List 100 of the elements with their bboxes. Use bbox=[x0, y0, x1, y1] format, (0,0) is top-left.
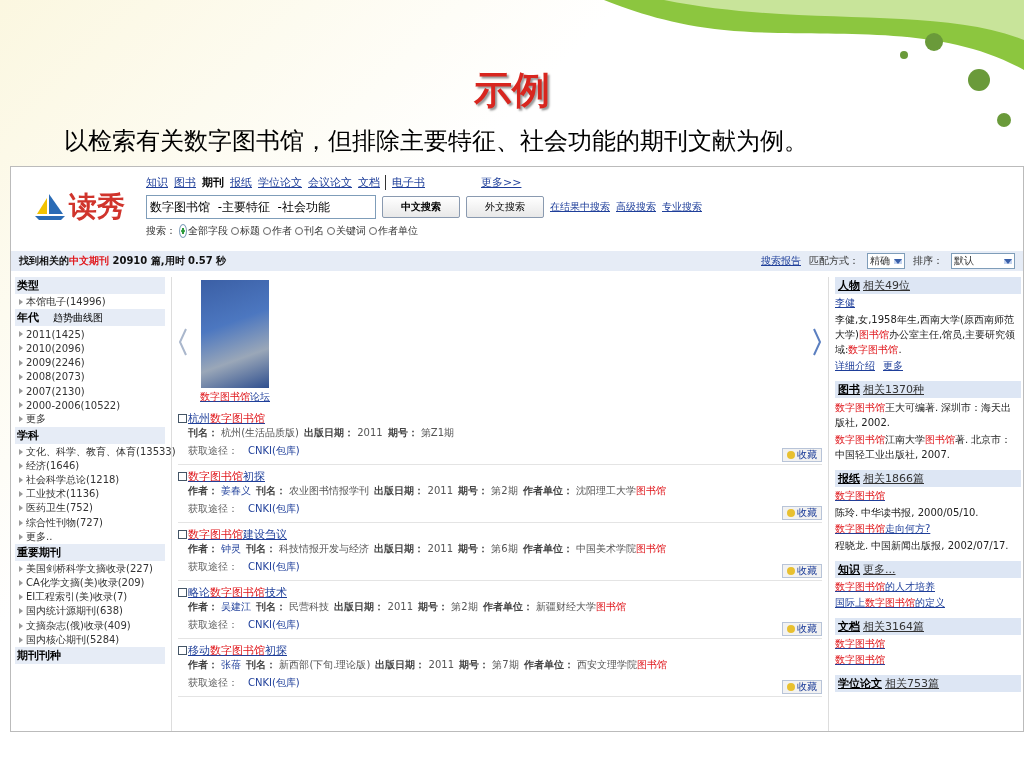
source-link[interactable]: CNKI(包库) bbox=[248, 618, 300, 632]
sort-dropdown[interactable]: 默认 bbox=[951, 253, 1015, 269]
source-link[interactable]: CNKI(包库) bbox=[248, 444, 300, 458]
scope-radio-option[interactable]: 刊名 bbox=[295, 224, 324, 238]
panel-entry-link[interactable]: 数字图书馆走向何方? bbox=[835, 522, 931, 536]
panel-count-link[interactable]: 相关1866篇 bbox=[863, 471, 924, 486]
search-button[interactable]: 中文搜索 bbox=[382, 196, 460, 218]
scope-radio-option[interactable]: 作者 bbox=[263, 224, 292, 238]
search-button[interactable]: 外文搜索 bbox=[466, 196, 544, 218]
author-link[interactable]: 吴建江 bbox=[221, 601, 252, 612]
author-link[interactable]: 钟灵 bbox=[221, 543, 242, 554]
category-tab[interactable]: 会议论文 bbox=[308, 175, 352, 190]
result-title-link[interactable]: 移动数字图书馆初探 bbox=[188, 643, 287, 658]
match-dropdown[interactable]: 精确 bbox=[867, 253, 905, 269]
meta-value: 农业图书情报学刊 bbox=[289, 485, 370, 496]
trend-chart-link[interactable]: 趋势曲线图 bbox=[53, 310, 103, 325]
result-title-link[interactable]: 杭州数字图书馆 bbox=[188, 411, 265, 426]
facet-item[interactable]: 2008(2073) bbox=[26, 371, 85, 383]
facet-item[interactable]: EI工程索引(美)收录(7) bbox=[26, 590, 128, 605]
facet-item[interactable]: 社会科学总论(1218) bbox=[26, 472, 120, 487]
facet-item[interactable]: 2009(2246) bbox=[26, 357, 85, 369]
book-cover-image[interactable] bbox=[201, 280, 269, 388]
checkbox[interactable] bbox=[178, 530, 187, 539]
facet-item[interactable]: 医药卫生(752) bbox=[26, 501, 93, 516]
facet-item[interactable]: 2011(1425) bbox=[26, 328, 85, 340]
facet-item[interactable]: 2000-2006(10522) bbox=[26, 399, 121, 411]
author-link[interactable]: 张蓓 bbox=[221, 659, 242, 670]
search-option-link[interactable]: 高级搜索 bbox=[616, 200, 656, 214]
source-link[interactable]: CNKI(包库) bbox=[248, 560, 300, 574]
facet-item[interactable]: 文化、科学、教育、体育(13533) bbox=[26, 444, 176, 459]
panel-title-link[interactable]: 学位论文 bbox=[838, 676, 882, 691]
panel-action-link[interactable]: 更多 bbox=[883, 359, 903, 373]
result-title-link[interactable]: 数字图书馆初探 bbox=[188, 469, 265, 484]
facet-item[interactable]: 综合性刊物(727) bbox=[26, 515, 103, 530]
category-tab[interactable]: 文档 bbox=[358, 175, 386, 190]
panel-count-link[interactable]: 更多... bbox=[863, 562, 896, 577]
facet-item[interactable]: 本馆电子(14996) bbox=[26, 295, 106, 310]
bookmark-button[interactable]: 收藏 bbox=[782, 448, 822, 462]
panel-entry-link[interactable]: 国际上数字图书馆的定义 bbox=[835, 596, 945, 610]
category-tab[interactable]: 期刊 bbox=[202, 175, 224, 190]
panel-entry-link[interactable]: 数字图书馆 bbox=[835, 637, 885, 651]
panel-entry-link[interactable]: 数字图书馆的人才培养 bbox=[835, 580, 935, 594]
panel-title-link[interactable]: 文档 bbox=[838, 619, 860, 634]
panel-count-link[interactable]: 相关49位 bbox=[863, 278, 910, 293]
panel-count-link[interactable]: 相关1370种 bbox=[863, 382, 924, 397]
facet-item[interactable]: 工业技术(1136) bbox=[26, 487, 100, 502]
search-option-link[interactable]: 在结果中搜索 bbox=[550, 200, 610, 214]
bookmark-button[interactable]: 收藏 bbox=[782, 680, 822, 694]
facet-item[interactable]: 国内核心期刊(5284) bbox=[26, 632, 120, 647]
panel-entry-link[interactable]: 李健 bbox=[835, 296, 855, 310]
result-title-link[interactable]: 略论数字图书馆技术 bbox=[188, 585, 287, 600]
category-tab[interactable]: 图书 bbox=[174, 175, 196, 190]
category-tab[interactable]: 报纸 bbox=[230, 175, 252, 190]
panel-title-link[interactable]: 知识 bbox=[838, 562, 860, 577]
panel-title-link[interactable]: 人物 bbox=[838, 278, 860, 293]
facet-item[interactable]: 2007(2130) bbox=[26, 385, 85, 397]
chevron-right-icon[interactable] bbox=[812, 328, 822, 356]
source-link[interactable]: CNKI(包库) bbox=[248, 502, 300, 516]
facet-item[interactable]: 2010(2096) bbox=[26, 342, 85, 354]
checkbox[interactable] bbox=[178, 472, 187, 481]
result-title-link[interactable]: 数字图书馆建设刍议 bbox=[188, 527, 287, 542]
radio-icon[interactable] bbox=[179, 224, 187, 238]
meta-value: 民营科技 bbox=[289, 601, 330, 612]
search-field[interactable]: 数字图书馆 -主要特征 -社会功能 bbox=[146, 195, 376, 219]
scope-radio-option[interactable]: 标题 bbox=[231, 224, 260, 238]
panel-entry-link[interactable]: 数字图书馆 bbox=[835, 489, 885, 503]
category-tab[interactable]: 学位论文 bbox=[258, 175, 302, 190]
panel-count-link[interactable]: 相关753篇 bbox=[885, 676, 939, 691]
source-label: 获取途径： bbox=[188, 618, 238, 632]
scope-radio-option[interactable]: 关键词 bbox=[327, 224, 366, 238]
panel-count-link[interactable]: 相关3164篇 bbox=[863, 619, 924, 634]
checkbox[interactable] bbox=[178, 588, 187, 597]
category-tab[interactable]: 知识 bbox=[146, 175, 168, 190]
checkbox[interactable] bbox=[178, 646, 187, 655]
lightbulb-icon bbox=[787, 567, 795, 575]
panel-entry-link[interactable]: 数字图书馆 bbox=[835, 653, 885, 667]
bookmark-button[interactable]: 收藏 bbox=[782, 506, 822, 520]
search-option-link[interactable]: 专业搜索 bbox=[662, 200, 702, 214]
panel-title-link[interactable]: 报纸 bbox=[838, 471, 860, 486]
bookmark-button[interactable]: 收藏 bbox=[782, 622, 822, 636]
panel-action-link[interactable]: 详细介绍 bbox=[835, 359, 875, 373]
cover-caption-link[interactable]: 数字图书馆论坛 bbox=[200, 390, 270, 404]
facet-item[interactable]: 文摘杂志(俄)收录(409) bbox=[26, 618, 131, 633]
search-report-link[interactable]: 搜索报告 bbox=[761, 254, 801, 268]
category-tab[interactable]: 电子书 bbox=[392, 175, 425, 190]
chevron-left-icon[interactable] bbox=[178, 328, 188, 356]
bookmark-button[interactable]: 收藏 bbox=[782, 564, 822, 578]
panel-title-link[interactable]: 图书 bbox=[838, 382, 860, 397]
facet-item[interactable]: 美国剑桥科学文摘收录(227) bbox=[26, 561, 153, 576]
facet-item[interactable]: 更多.. bbox=[26, 529, 53, 544]
facet-item[interactable]: 经济(1646) bbox=[26, 458, 80, 473]
author-link[interactable]: 姜春义 bbox=[221, 485, 252, 496]
facet-item[interactable]: 国内统计源期刊(638) bbox=[26, 604, 123, 619]
more-link[interactable]: 更多>> bbox=[481, 175, 522, 190]
source-link[interactable]: CNKI(包库) bbox=[248, 676, 300, 690]
scope-radio-option[interactable]: 作者单位 bbox=[369, 224, 418, 238]
facet-item[interactable]: 更多 bbox=[26, 412, 46, 427]
checkbox[interactable] bbox=[178, 414, 187, 423]
scope-radio-option[interactable]: 全部字段 bbox=[179, 224, 228, 238]
facet-item[interactable]: CA化学文摘(美)收录(209) bbox=[26, 576, 145, 591]
